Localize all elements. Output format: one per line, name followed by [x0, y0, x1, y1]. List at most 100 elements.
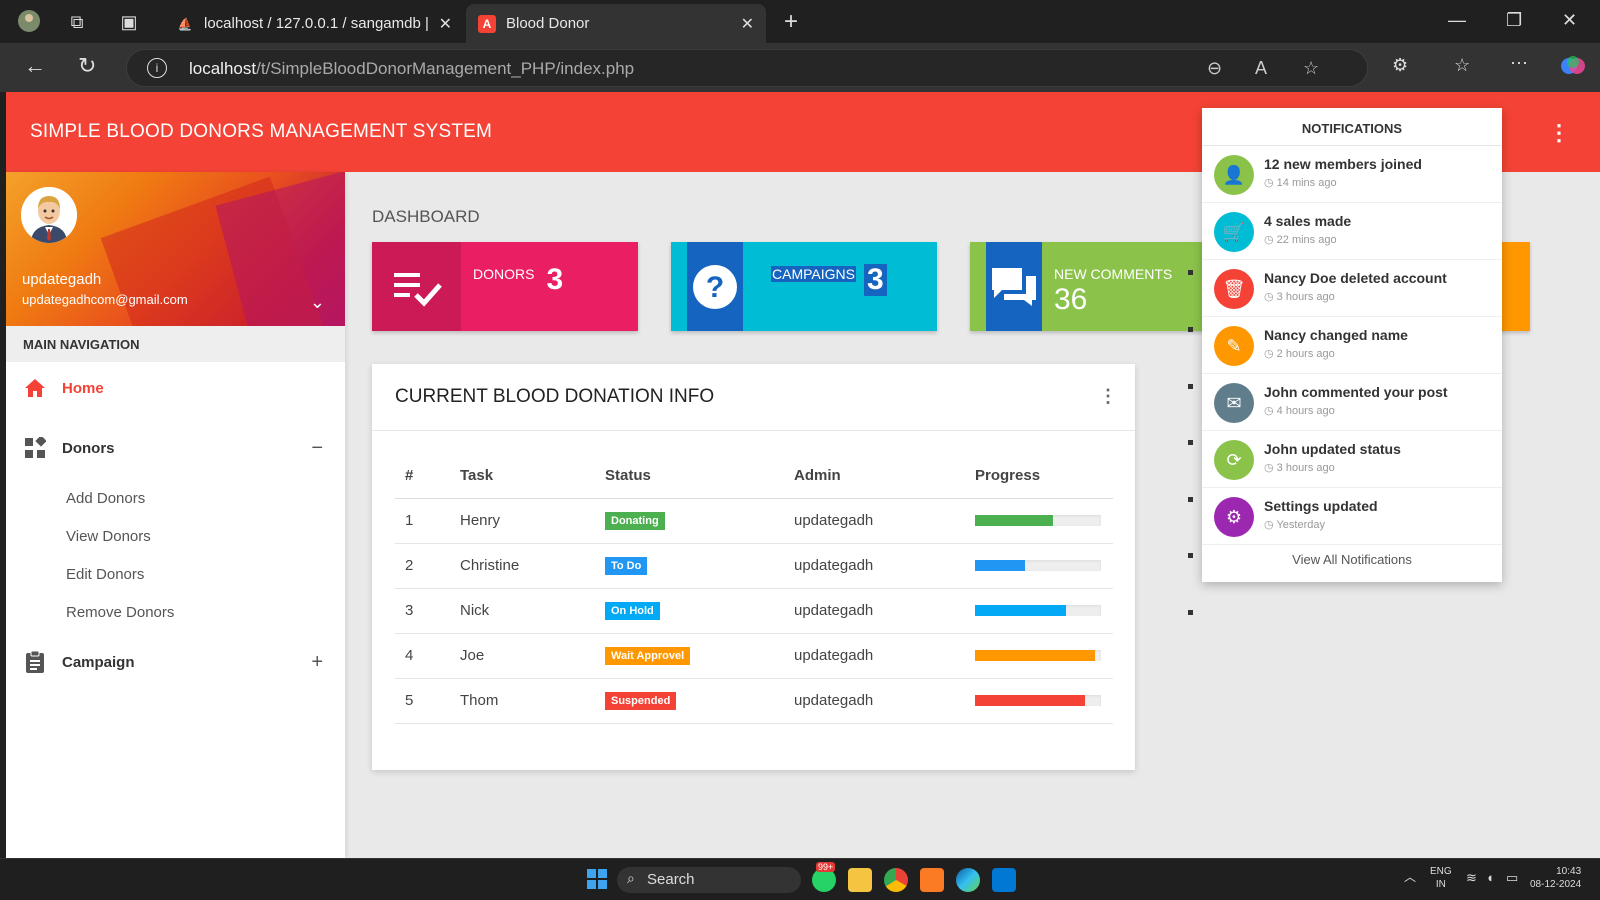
expand-icon[interactable]: +: [311, 651, 323, 674]
status-badge: On Hold: [605, 602, 660, 620]
widgets-icon: [22, 435, 48, 461]
workspaces-icon[interactable]: ⧉: [64, 9, 90, 35]
xampp-icon[interactable]: [920, 868, 944, 892]
taskbar-search[interactable]: ⌕ Search: [617, 867, 801, 893]
more-vert-icon[interactable]: ⋮: [1548, 120, 1570, 146]
submenu-add-donors[interactable]: Add Donors: [66, 490, 145, 507]
row-number: 2: [395, 543, 450, 589]
app-title[interactable]: SIMPLE BLOOD DONORS MANAGEMENT SYSTEM: [30, 121, 492, 143]
comment-icon: ✉: [1214, 383, 1254, 423]
window-close-icon[interactable]: ✕: [1562, 10, 1577, 31]
profile-avatar-icon[interactable]: [16, 9, 42, 35]
battery-icon[interactable]: ▭: [1506, 871, 1518, 884]
clock[interactable]: 10:43 08-12-2024: [1530, 865, 1581, 891]
clock-icon: ◷: [1264, 234, 1277, 246]
volume-icon[interactable]: ◖: [1486, 871, 1494, 884]
info-box-donors[interactable]: DONORS 3: [372, 242, 638, 331]
column-header: #: [395, 454, 450, 499]
row-admin: updategadh: [784, 633, 965, 679]
sidebar-item-label: Campaign: [62, 653, 135, 671]
read-aloud-icon[interactable]: A: [1255, 58, 1267, 79]
notification-item[interactable]: ✎ Nancy changed name ◷ 2 hours ago: [1202, 317, 1502, 374]
notification-item[interactable]: ⟳ John updated status ◷ 3 hours ago: [1202, 431, 1502, 488]
edge-icon[interactable]: [956, 868, 980, 892]
notification-item[interactable]: ✉ John commented your post ◷ 4 hours ago: [1202, 374, 1502, 431]
tray-chevron-icon[interactable]: ︿: [1404, 871, 1416, 884]
tab-label: Blood Donor: [506, 15, 590, 32]
favorite-star-icon[interactable]: ☆: [1303, 58, 1319, 79]
new-tab-button[interactable]: +: [784, 8, 798, 36]
close-icon[interactable]: ✕: [439, 14, 452, 34]
vertical-tabs-icon[interactable]: ▣: [116, 9, 142, 35]
info-box-label: DONORS: [473, 266, 535, 282]
notification-item[interactable]: ⚙ Settings updated ◷ Yesterday: [1202, 488, 1502, 545]
vscode-icon[interactable]: [992, 868, 1016, 892]
wifi-icon[interactable]: ≋: [1466, 871, 1477, 884]
chevron-down-icon[interactable]: ⌄: [310, 292, 325, 313]
minimize-icon[interactable]: —: [1448, 10, 1466, 31]
extensions-icon[interactable]: ⚙: [1392, 55, 1408, 76]
sidebar-item-home[interactable]: Home: [6, 368, 345, 408]
info-icon[interactable]: i: [147, 58, 167, 78]
zoom-icon[interactable]: ⊖: [1207, 58, 1222, 79]
row-task: Henry: [450, 498, 595, 544]
notifications-header: NOTIFICATIONS: [1202, 108, 1502, 146]
submenu-edit-donors[interactable]: Edit Donors: [66, 566, 144, 583]
whatsapp-icon[interactable]: 99+: [812, 862, 836, 892]
notification-title: Nancy changed name: [1264, 327, 1408, 343]
sidebar-item-label: Home: [62, 379, 104, 397]
submenu-view-donors[interactable]: View Donors: [66, 528, 151, 545]
language-indicator[interactable]: ENG IN: [1430, 865, 1452, 891]
row-task: Nick: [450, 588, 595, 634]
clock-icon: ◷: [1264, 177, 1277, 189]
info-box-label: NEW COMMENTS: [1054, 266, 1173, 282]
page-viewport: SIMPLE BLOOD DONORS MANAGEMENT SYSTEM ⋮ …: [6, 92, 1600, 858]
notification-title: John updated status: [1264, 441, 1401, 457]
sidebar-item-label: Donors: [62, 439, 115, 457]
back-icon[interactable]: ←: [24, 53, 46, 79]
progress-fill: [975, 605, 1066, 616]
notification-item[interactable]: 👤 12 new members joined ◷ 14 mins ago: [1202, 146, 1502, 203]
delete-icon: 🗑: [1214, 269, 1254, 309]
favorites-icon[interactable]: ☆: [1454, 55, 1470, 76]
sidebar-item-donors[interactable]: Donors −: [6, 428, 345, 468]
windows-start-icon[interactable]: [586, 868, 610, 892]
person-add-icon: 👤: [1214, 155, 1254, 195]
avatar[interactable]: [21, 187, 77, 243]
forum-icon: [986, 242, 1042, 331]
progress-bar: [975, 650, 1101, 661]
restore-icon[interactable]: ❐: [1506, 10, 1522, 31]
tab-phpmyadmin[interactable]: ⛵ localhost / 127.0.0.1 / sangamdb | ✕: [164, 4, 464, 43]
info-box-campaigns[interactable]: ? CAMPAIGNS 3: [671, 242, 937, 331]
info-box-value: 3: [546, 263, 564, 296]
refresh-icon[interactable]: ↻: [78, 53, 96, 79]
url-field[interactable]: i localhost/t/SimpleBloodDonorManagement…: [126, 49, 1368, 87]
progress-bar: [975, 560, 1101, 571]
more-menu-icon[interactable]: ⋯: [1510, 53, 1528, 74]
tab-blood-donor[interactable]: A Blood Donor ✕: [466, 4, 766, 43]
view-all-notifications-link[interactable]: View All Notifications: [1202, 552, 1502, 567]
url-text[interactable]: localhost/t/SimpleBloodDonorManagement_P…: [189, 59, 634, 79]
close-icon[interactable]: ✕: [741, 14, 754, 34]
progress-bar: [975, 515, 1101, 526]
chrome-icon[interactable]: [884, 868, 908, 892]
collapse-icon[interactable]: −: [311, 437, 323, 460]
notification-time: ◷ 14 mins ago: [1264, 177, 1337, 189]
sidebar-item-campaign[interactable]: Campaign +: [6, 642, 345, 682]
status-badge: Wait Approvel: [605, 647, 691, 665]
notification-item[interactable]: 🗑 Nancy Doe deleted account ◷ 3 hours ago: [1202, 260, 1502, 317]
sidebar: updategadh updategadhcom@gmail.com ⌄ MAI…: [6, 172, 345, 858]
table-row: 2 Christine To Do updategadh: [395, 543, 1113, 589]
notification-title: 12 new members joined: [1264, 156, 1422, 172]
submenu-remove-donors[interactable]: Remove Donors: [66, 604, 174, 621]
cached-icon: ⟳: [1214, 440, 1254, 480]
status-badge: To Do: [605, 557, 648, 575]
info-box-value: 36: [1054, 283, 1088, 316]
copilot-icon[interactable]: [1560, 53, 1586, 85]
column-header: Task: [450, 454, 595, 499]
column-header: Progress: [965, 454, 1113, 499]
table-row: 4 Joe Wait Approvel updategadh: [395, 633, 1113, 679]
file-explorer-icon[interactable]: [848, 868, 872, 892]
notification-item[interactable]: 🛒 4 sales made ◷ 22 mins ago: [1202, 203, 1502, 260]
more-vert-icon[interactable]: ⋮: [1099, 386, 1117, 407]
